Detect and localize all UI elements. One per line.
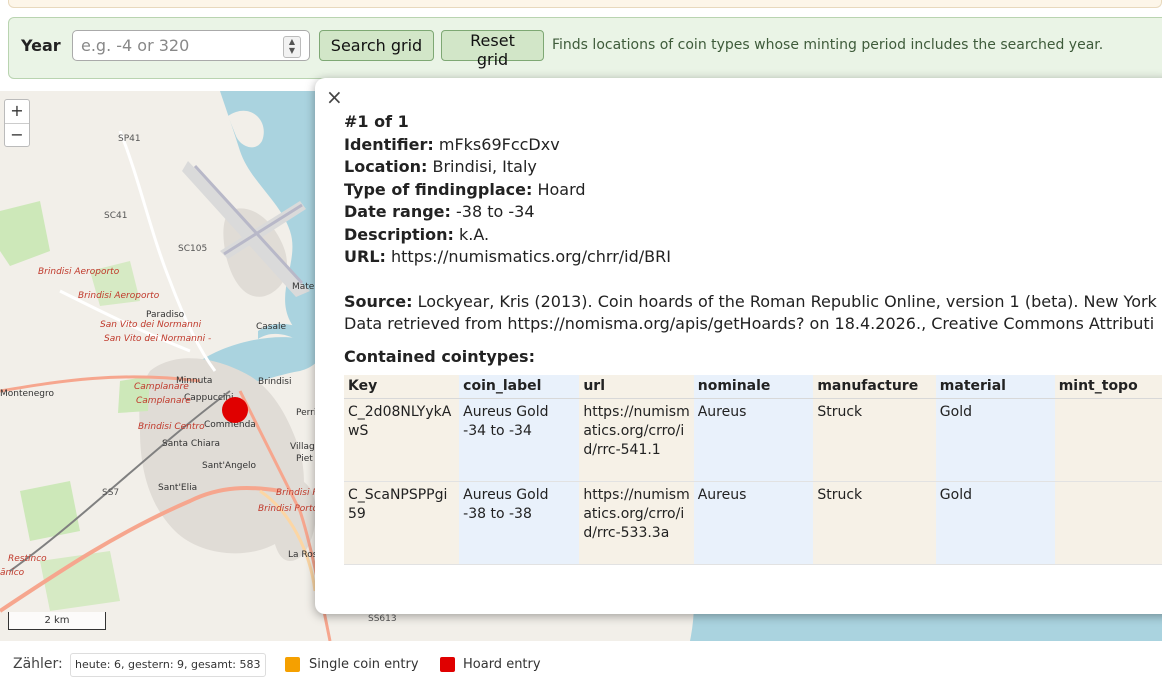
url-label: URL:: [344, 247, 386, 266]
url-link[interactable]: https://numismatics.org/chrr/id/BRI: [391, 247, 671, 266]
svg-text:SC105: SC105: [178, 244, 207, 254]
svg-text:Sant'Elia: Sant'Elia: [158, 483, 197, 493]
svg-text:SS7: SS7: [102, 488, 119, 498]
close-icon[interactable]: ×: [326, 87, 343, 107]
single-coin-legend: Single coin entry: [309, 657, 419, 672]
table-row: C_ScaNPSPPgi59 Aureus Gold -38 to -38 ht…: [344, 481, 1162, 565]
svg-text:Paradiso: Paradiso: [146, 310, 185, 320]
counter-label: Zähler:: [13, 656, 63, 672]
find-popup: × #1 of 1 Identifier: mFks69FccDxv Locat…: [315, 78, 1162, 614]
zoom-out-button[interactable]: −: [5, 124, 29, 147]
svg-text:Brindisi Aeroporto: Brindisi Aeroporto: [78, 291, 160, 301]
counter-value: heute: 6, gestern: 9, gesamt: 583: [70, 653, 266, 677]
description-label: Description:: [344, 224, 454, 244]
column-header-key[interactable]: Key: [344, 375, 460, 399]
single-coin-swatch: [285, 657, 300, 672]
year-label: Year: [21, 36, 61, 55]
cell-material: Gold: [935, 398, 1055, 482]
type-value: Hoard: [537, 179, 586, 199]
source-label: Source:: [344, 291, 413, 311]
svg-text:Restinco: Restinco: [8, 554, 47, 564]
zoom-in-button[interactable]: +: [5, 100, 29, 124]
location-label: Location:: [344, 157, 428, 176]
cell-url[interactable]: https://numismatics.org/crro/id/rrc-541.…: [579, 398, 694, 482]
svg-text:SS613: SS613: [368, 614, 397, 624]
svg-text:Piet: Piet: [296, 454, 313, 464]
table-header-row: Key coin_label url nominale manufacture …: [344, 375, 1162, 399]
zoom-control: + −: [4, 99, 30, 147]
table-row: C_2d08NLYykAwS Aureus Gold -34 to -34 ht…: [344, 398, 1162, 482]
popup-counter: #1 of 1: [344, 112, 409, 131]
description-value: k.A.: [458, 224, 490, 244]
column-header-manufacture[interactable]: manufacture: [813, 375, 936, 399]
cell-material: Gold: [935, 481, 1055, 565]
source-text-line1: Lockyear, Kris (2013). Coin hoards of th…: [417, 291, 1157, 311]
footer: Zähler: heute: 6, gestern: 9, gesamt: 58…: [0, 650, 1162, 689]
svg-text:SC41: SC41: [104, 211, 127, 221]
cell-mint-topo: [1054, 398, 1162, 482]
svg-text:SP41: SP41: [118, 134, 141, 144]
cell-key: C_2d08NLYykAwS: [344, 398, 460, 482]
map-scale-bar: 2 km: [8, 612, 106, 630]
date-range-value: -38 to -34: [456, 202, 535, 221]
cell-mint-topo: [1054, 481, 1162, 565]
top-banner-strip: [8, 0, 1162, 8]
svg-text:ānico: ānico: [0, 568, 25, 578]
column-header-url[interactable]: url: [579, 375, 694, 399]
svg-text:Santa Chiara: Santa Chiara: [162, 439, 220, 449]
svg-text:San Vito dei Normanni: San Vito dei Normanni: [100, 320, 202, 330]
svg-text:Mate: Mate: [292, 282, 315, 292]
cell-nominale: Aureus: [693, 481, 814, 565]
cell-key: C_ScaNPSPPgi59: [344, 481, 460, 565]
svg-text:Brindisi Aeroporto: Brindisi Aeroporto: [38, 267, 120, 277]
svg-text:Brindisi Centro: Brindisi Centro: [138, 422, 205, 432]
svg-text:Montenegro: Montenegro: [0, 389, 54, 399]
year-search-bar: Year ▲▼ Search grid Reset grid Finds loc…: [8, 17, 1162, 79]
cell-nominale: Aureus: [693, 398, 814, 482]
svg-text:San Vito dei Normanni -: San Vito dei Normanni -: [104, 334, 211, 344]
location-value: Brindisi, Italy: [432, 157, 537, 176]
cell-coin-label: Aureus Gold -34 to -34: [459, 398, 580, 482]
column-header-coin-label[interactable]: coin_label: [459, 375, 580, 399]
type-label: Type of findingplace:: [344, 179, 533, 199]
cell-manufacture: Struck: [813, 481, 936, 565]
source-text-line2: Data retrieved from https://nomisma.org/…: [344, 314, 1155, 333]
cell-url[interactable]: https://numismatics.org/crro/id/rrc-533.…: [579, 481, 694, 565]
svg-text:Sant'Angelo: Sant'Angelo: [202, 461, 257, 471]
cointypes-table: Key coin_label url nominale manufacture …: [344, 375, 1162, 565]
search-hint: Finds locations of coin types whose mint…: [552, 37, 1104, 53]
hoard-swatch: [440, 657, 455, 672]
date-range-label: Date range:: [344, 202, 451, 221]
popup-details: #1 of 1 Identifier: mFks69FccDxv Locatio…: [344, 111, 1157, 368]
hoard-legend: Hoard entry: [463, 657, 541, 672]
svg-text:Camplanare: Camplanare: [136, 396, 191, 406]
column-header-mint-topo[interactable]: mint_topo: [1054, 375, 1162, 399]
reset-grid-button[interactable]: Reset grid: [441, 30, 544, 69]
hoard-marker[interactable]: [222, 397, 248, 423]
column-header-material[interactable]: material: [935, 375, 1055, 399]
identifier-label: Identifier:: [344, 134, 434, 154]
search-grid-button[interactable]: Search grid: [319, 30, 434, 61]
identifier-value: mFks69FccDxv: [438, 134, 560, 154]
svg-text:Camplanare: Camplanare: [134, 382, 189, 392]
cointypes-title: Contained cointypes:: [344, 346, 535, 366]
year-input[interactable]: [72, 30, 310, 61]
svg-text:Casale: Casale: [256, 322, 287, 332]
cell-manufacture: Struck: [813, 398, 936, 482]
year-stepper-icon[interactable]: ▲ ▼: [283, 36, 301, 58]
column-header-nominale[interactable]: nominale: [693, 375, 814, 399]
cell-coin-label: Aureus Gold -38 to -38: [459, 481, 580, 565]
svg-text:Brindisi: Brindisi: [258, 377, 291, 387]
